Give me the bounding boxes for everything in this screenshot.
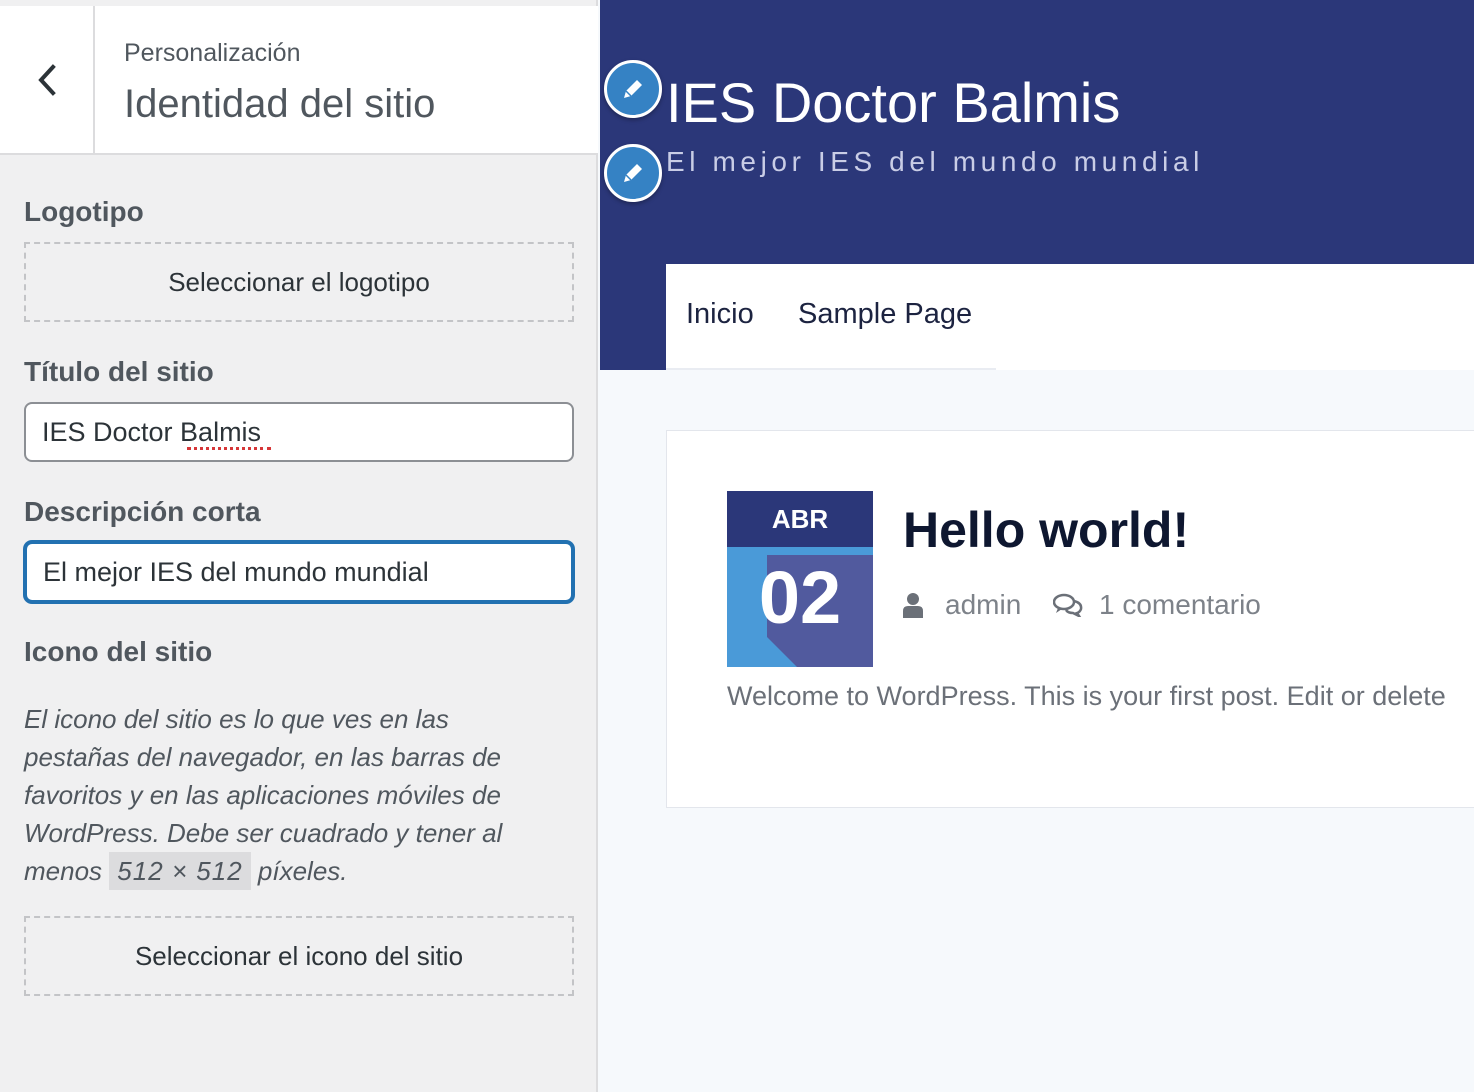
site-header: IES Doctor Balmis El mejor IES del mundo… — [600, 0, 1474, 370]
logo-label: Logotipo — [24, 196, 144, 227]
user-icon — [903, 593, 923, 618]
site-icon-description-end: píxeles. — [257, 856, 348, 886]
edit-tagline-shortcut[interactable] — [604, 144, 662, 202]
pencil-icon — [624, 80, 642, 98]
section-header: Personalización Identidad del sitio — [0, 6, 598, 155]
size-code: 512 × 512 — [109, 852, 251, 890]
comments-icon — [1053, 593, 1083, 617]
post-day-box: 02 — [727, 547, 873, 667]
post-title[interactable]: Hello world! — [903, 501, 1189, 559]
main-navigation: Inicio Sample Page — [666, 264, 1474, 370]
nav-item-sample-page[interactable]: Sample Page — [798, 298, 972, 331]
select-site-icon-button[interactable]: Seleccionar el icono del sitio — [24, 916, 574, 996]
tagline-label: Descripción corta — [24, 496, 261, 527]
post-author-name: admin — [945, 589, 1022, 620]
section-title: Identidad del sitio — [124, 82, 436, 126]
back-button[interactable] — [0, 6, 95, 153]
post-date: ABR 02 — [727, 491, 873, 667]
site-title-input[interactable] — [24, 402, 574, 462]
site-icon-description: El icono del sitio es lo que ves en las … — [24, 700, 544, 890]
site-title-label: Título del sitio — [24, 356, 214, 387]
post-excerpt: Welcome to WordPress. This is your first… — [727, 681, 1446, 711]
pencil-icon — [624, 164, 642, 182]
site-preview: IES Doctor Balmis El mejor IES del mundo… — [600, 0, 1474, 1092]
site-description: El mejor IES del mundo mundial — [666, 146, 1204, 177]
site-icon-label: Icono del sitio — [24, 636, 213, 667]
nav-item-inicio[interactable]: Inicio — [686, 298, 754, 331]
chevron-left-icon — [37, 63, 56, 96]
site-title[interactable]: IES Doctor Balmis — [666, 70, 1120, 135]
post-day: 02 — [758, 556, 842, 639]
post-card: ABR 02 Hello world! admin 1 comentario W… — [666, 430, 1474, 808]
post-month: ABR — [727, 491, 873, 547]
post-author[interactable]: admin — [903, 589, 1021, 621]
post-comments[interactable]: 1 comentario — [1053, 589, 1261, 621]
edit-site-title-shortcut[interactable] — [604, 60, 662, 118]
customizer-sidebar: Personalización Identidad del sitio Logo… — [0, 0, 598, 1092]
nav-divider — [666, 368, 996, 370]
breadcrumb: Personalización — [124, 39, 301, 67]
post-comments-count: 1 comentario — [1099, 589, 1261, 620]
select-logo-button[interactable]: Seleccionar el logotipo — [24, 242, 574, 322]
tagline-input[interactable] — [24, 541, 574, 603]
